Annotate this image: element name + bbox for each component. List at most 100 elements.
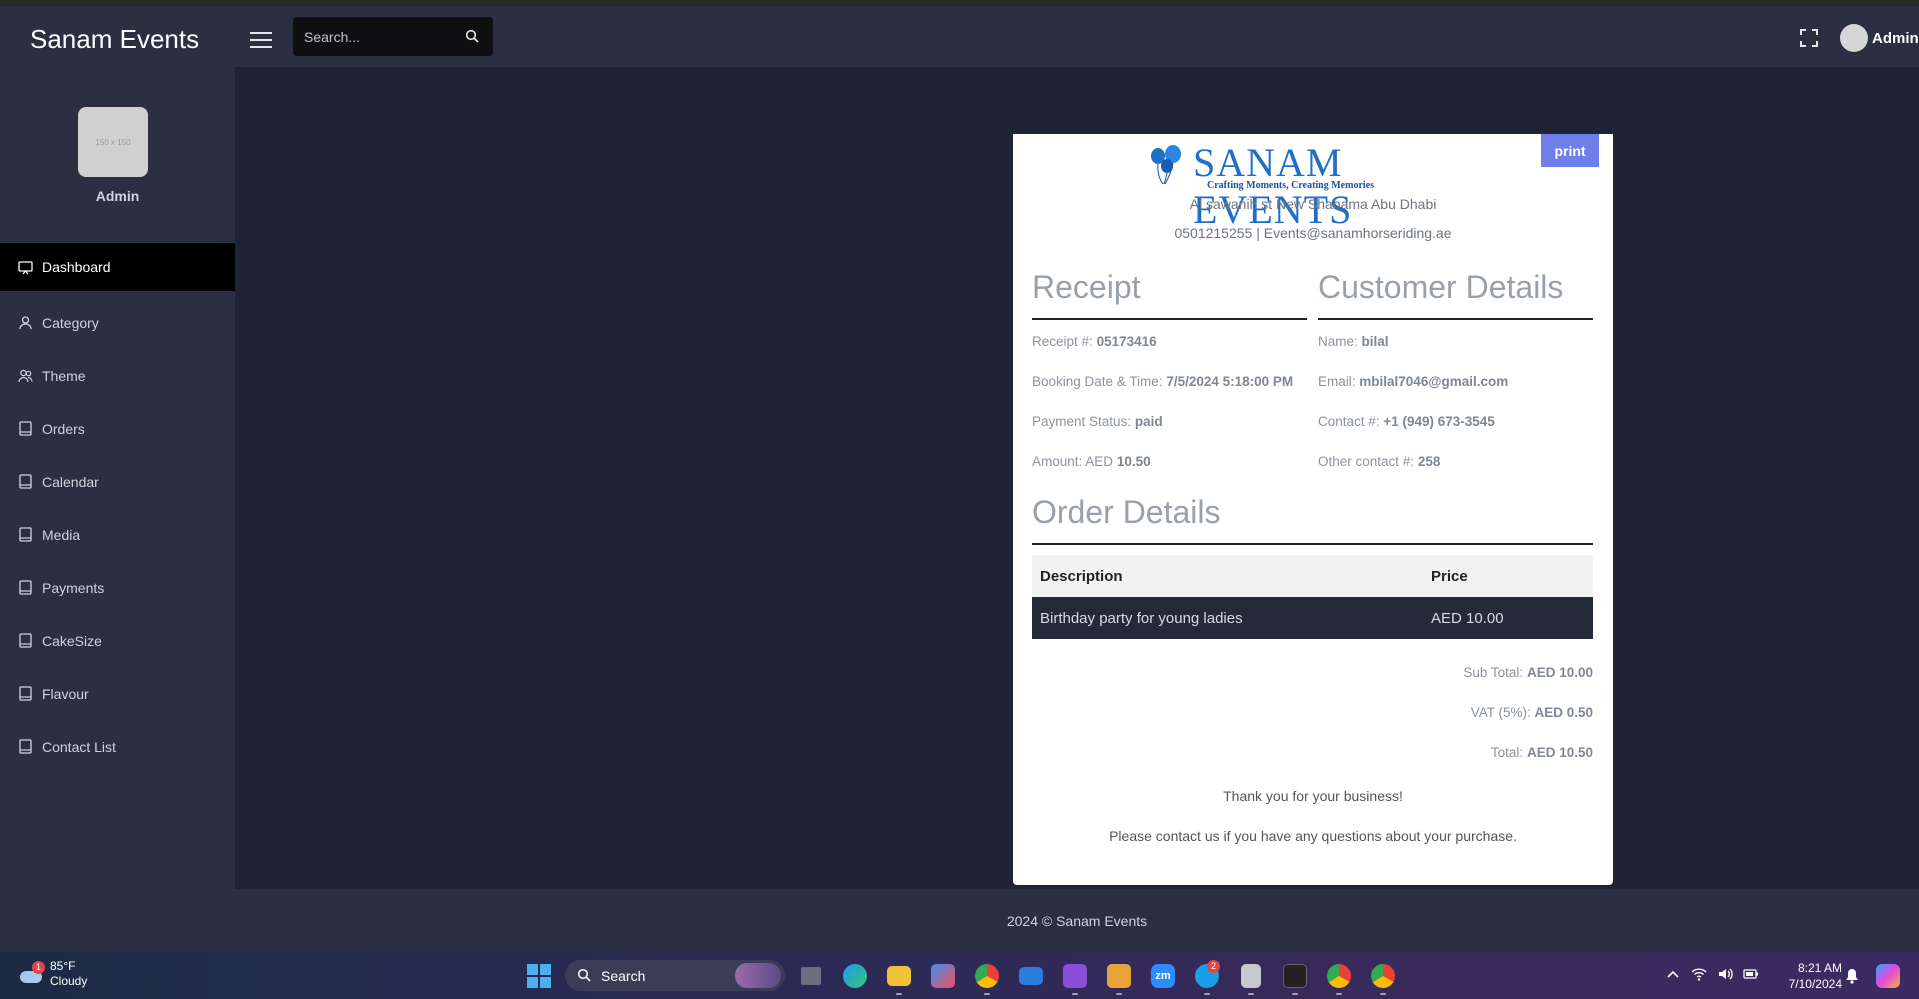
zoom-icon[interactable]: zm <box>1146 961 1180 991</box>
admin-label: Admin <box>1872 29 1919 47</box>
table-cell: AED 10.00 <box>1431 609 1504 627</box>
field-value: paid <box>1134 414 1163 429</box>
skype-badge: 2 <box>1207 960 1220 973</box>
edge-icon[interactable] <box>838 961 872 991</box>
customer-contact: Contact #: +1 (949) 673-3545 <box>1318 414 1495 429</box>
order-table: Description Price Birthday party for you… <box>1032 555 1593 639</box>
logo-tagline: Crafting Moments, Creating Memories <box>1207 180 1374 191</box>
sidebar-item-label: Calendar <box>42 473 99 490</box>
sidebar-item-category[interactable]: Category <box>0 296 235 349</box>
table-cell: Birthday party for young ladies <box>1040 609 1243 627</box>
print-button[interactable]: print <box>1541 134 1599 167</box>
book-icon <box>19 474 32 489</box>
wifi-icon[interactable] <box>1691 966 1707 982</box>
users-icon <box>18 369 33 383</box>
taskbar-search-label: Search <box>601 967 646 984</box>
sidebar-item-label: Category <box>42 314 99 331</box>
sidebar-item-label: Flavour <box>42 685 89 702</box>
field-label: VAT (5%): <box>1470 705 1531 720</box>
file-explorer-icon[interactable] <box>882 961 916 995</box>
snipping-tool-icon[interactable] <box>1102 961 1136 995</box>
store-icon[interactable] <box>926 961 960 991</box>
book-icon <box>19 739 32 754</box>
field-value: AED 0.50 <box>1534 705 1593 720</box>
order-heading: Order Details <box>1032 494 1221 530</box>
sidebar-item-label: Orders <box>42 420 85 437</box>
chrome-icon[interactable] <box>970 961 1004 995</box>
company-logo: SANAM EVENTS Crafting Moments, Creating … <box>1145 140 1490 232</box>
field-label: Payment Status: <box>1032 414 1132 429</box>
questions-text: Please contact us if you have any questi… <box>1109 828 1517 844</box>
task-view-icon[interactable] <box>794 961 828 991</box>
notification-bell-icon[interactable] <box>1845 968 1859 984</box>
sidebar-item-dashboard[interactable]: Dashboard <box>0 243 235 291</box>
field-value: AED 10.50 <box>1526 745 1593 760</box>
thank-you-text: Thank you for your business! <box>1223 788 1403 804</box>
sidebar: 150 x 150 Admin Dashboard Category Theme… <box>0 67 235 952</box>
terminal-icon[interactable] <box>1278 961 1312 995</box>
taskbar-apps: zm 2 <box>794 960 1400 995</box>
menu-toggle-icon[interactable] <box>250 32 272 48</box>
sidebar-item-label: Payments <box>42 579 105 596</box>
top-header: Sanam Events Admin <box>0 6 1919 67</box>
sidebar-item-media[interactable]: Media <box>0 508 235 561</box>
weather-widget[interactable]: 1 85°F Cloudy <box>18 959 87 989</box>
field-value: 05173416 <box>1096 334 1157 349</box>
windows-start-icon[interactable] <box>527 964 551 988</box>
search-input[interactable] <box>293 28 453 45</box>
copilot-icon[interactable] <box>1876 964 1900 988</box>
balloons-icon <box>1151 145 1181 185</box>
sidebar-nav: Dashboard Category Theme Orders Calendar… <box>0 243 235 773</box>
visual-studio-icon[interactable] <box>1058 961 1092 995</box>
chrome-icon[interactable] <box>1322 961 1356 995</box>
cloud-icon: 1 <box>18 961 45 985</box>
volume-icon[interactable] <box>1717 966 1733 982</box>
book-icon <box>19 421 32 436</box>
sidebar-item-contact-list[interactable]: Contact List <box>0 720 235 773</box>
field-label: Other contact #: <box>1318 454 1415 469</box>
divider <box>1032 318 1307 320</box>
customer-other-contact: Other contact #: 258 <box>1318 454 1440 469</box>
system-tray <box>1665 966 1759 982</box>
battery-icon[interactable] <box>1743 966 1759 982</box>
fullscreen-icon[interactable] <box>1800 29 1818 47</box>
user-icon <box>19 316 32 330</box>
table-header: Description Price <box>1032 555 1593 597</box>
sidebar-item-theme[interactable]: Theme <box>0 349 235 402</box>
brand-title[interactable]: Sanam Events <box>30 24 199 55</box>
sidebar-item-cakesize[interactable]: CakeSize <box>0 614 235 667</box>
profile-avatar: 150 x 150 <box>78 107 148 177</box>
company-address: Al sawanih st New Shahama Abu Dhabi <box>1189 196 1437 212</box>
field-value: 7/5/2024 5:18:00 PM <box>1166 374 1294 389</box>
system-clock[interactable]: 8:21 AM 7/10/2024 <box>1770 960 1842 992</box>
taskbar: 1 85°F Cloudy Search zm 2 8:21 AM 7/10/2… <box>0 952 1919 999</box>
sidebar-item-label: Media <box>42 526 81 543</box>
taskbar-search[interactable]: Search <box>565 960 785 991</box>
skype-icon[interactable]: 2 <box>1190 960 1224 995</box>
clock-time: 8:21 AM <box>1797 961 1842 975</box>
customer-name: Name: bilal <box>1318 334 1389 349</box>
avatar <box>1840 24 1868 52</box>
clock-date: 7/10/2024 <box>1788 977 1842 991</box>
search-icon[interactable] <box>465 29 479 43</box>
divider <box>1032 543 1593 545</box>
receipt-card: SANAM EVENTS Crafting Moments, Creating … <box>1013 134 1613 885</box>
sql-tool-icon[interactable] <box>1234 961 1268 995</box>
mail-icon[interactable] <box>1014 961 1048 991</box>
book-icon <box>19 580 32 595</box>
field-label: Booking Date & Time: <box>1032 374 1163 389</box>
sidebar-item-label: Contact List <box>42 738 116 755</box>
field-value: 258 <box>1417 454 1441 469</box>
sidebar-item-orders[interactable]: Orders <box>0 402 235 455</box>
receipt-heading: Receipt <box>1032 269 1141 305</box>
footer: 2024 © Sanam Events <box>235 889 1919 952</box>
field-value: bilal <box>1361 334 1389 349</box>
chevron-up-icon[interactable] <box>1665 966 1681 982</box>
chrome-icon[interactable] <box>1366 961 1400 995</box>
admin-menu[interactable]: Admin <box>1840 24 1919 52</box>
sidebar-item-payments[interactable]: Payments <box>0 561 235 614</box>
field-label: Name: <box>1318 334 1358 349</box>
vat: VAT (5%): AED 0.50 <box>1471 705 1593 720</box>
sidebar-item-calendar[interactable]: Calendar <box>0 455 235 508</box>
sidebar-item-flavour[interactable]: Flavour <box>0 667 235 720</box>
